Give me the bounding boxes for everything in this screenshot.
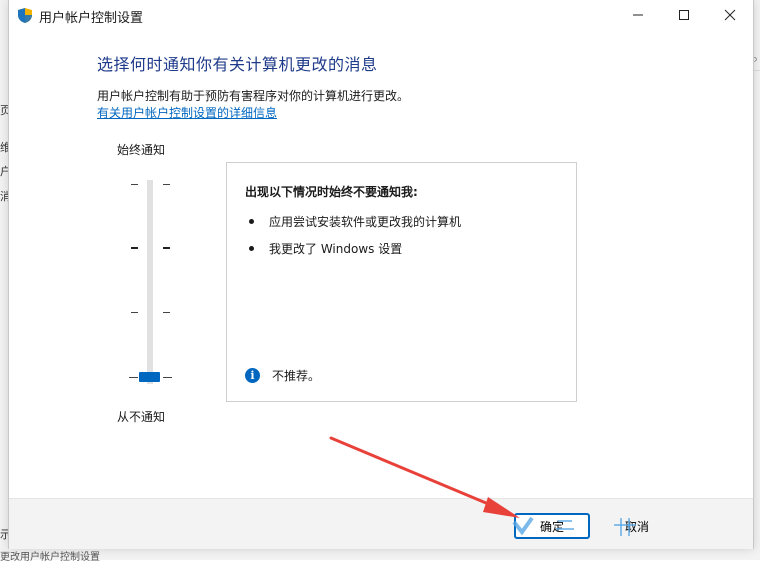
slider-tick: [131, 247, 138, 249]
slider-tick: [163, 312, 170, 313]
bullet-icon: [249, 219, 254, 224]
slider-tick: [129, 377, 138, 378]
slider-thumb[interactable]: [139, 372, 160, 382]
list-item: 我更改了 Windows 设置: [245, 240, 461, 256]
maximize-button[interactable]: [661, 0, 707, 30]
description-text: 用户帐户控制有助于预防有害程序对你的计算机进行更改。: [97, 89, 410, 103]
cancel-button[interactable]: 取消: [599, 513, 675, 539]
close-icon: [724, 6, 736, 25]
shield-icon: [18, 8, 32, 23]
info-panel-title: 出现以下情况时始终不要通知我:: [245, 185, 418, 199]
slider-top-label: 始终通知: [117, 143, 166, 157]
recommendation-note: i 不推荐。: [245, 367, 320, 384]
slider-tick: [163, 377, 172, 378]
uac-settings-dialog: 用户帐户控制设置 选择何时通知你有关计算机更改的消息 用户帐户控制有助于预防有害…: [8, 0, 754, 549]
window-title: 用户帐户控制设置: [39, 11, 144, 26]
ok-button[interactable]: 确定: [514, 513, 590, 539]
info-panel: 出现以下情况时始终不要通知我: 应用尝试安装软件或更改我的计算机 我更改了 Wi…: [226, 162, 577, 402]
note-text: 不推荐。: [272, 369, 321, 383]
bullet-icon: [249, 246, 254, 251]
details-link[interactable]: 有关用户帐户控制设置的详细信息: [97, 104, 277, 121]
info-bullet-list: 应用尝试安装软件或更改我的计算机 我更改了 Windows 设置: [245, 213, 461, 267]
slider-tick: [131, 184, 138, 185]
slider-track[interactable]: [147, 180, 153, 384]
titlebar: 用户帐户控制设置: [9, 0, 753, 30]
slider-tick: [163, 247, 170, 249]
background-text-fragment: 消: [0, 190, 8, 203]
page-heading: 选择何时通知你有关计算机更改的消息: [97, 55, 378, 74]
close-button[interactable]: [707, 0, 753, 30]
list-item-text: 应用尝试安装软件或更改我的计算机: [269, 215, 462, 229]
maximize-icon: [678, 6, 690, 25]
list-item: 应用尝试安装软件或更改我的计算机: [245, 213, 461, 229]
slider-tick: [163, 184, 170, 185]
slider-tick: [131, 312, 138, 313]
minimize-button[interactable]: [615, 0, 661, 30]
dialog-footer: 确定 取消: [9, 498, 753, 549]
slider-bottom-label: 从不通知: [117, 410, 166, 424]
background-text-fragment: 户: [0, 165, 8, 178]
background-text-fragment: 维: [0, 141, 8, 154]
minimize-icon: [632, 6, 644, 25]
background-text-fragment: 示: [0, 528, 8, 541]
list-item-text: 我更改了 Windows 设置: [269, 242, 403, 256]
info-icon: i: [245, 368, 260, 383]
background-text-fragment: 页: [0, 104, 8, 117]
background-bottom-text: 更改用户帐户控制设置: [0, 552, 100, 563]
